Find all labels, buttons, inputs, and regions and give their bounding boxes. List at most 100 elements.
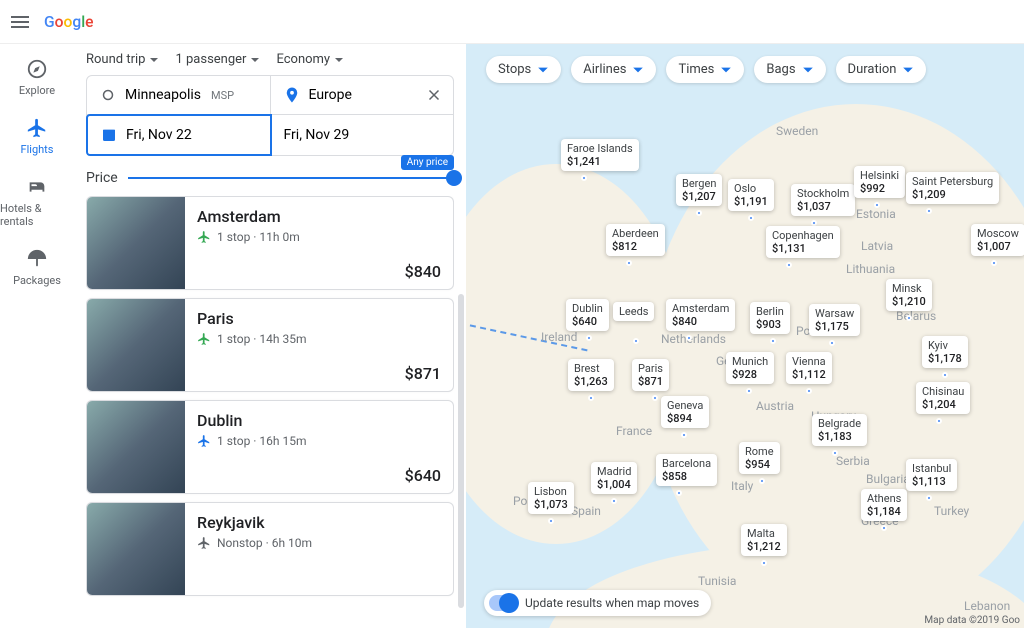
map-price-pin[interactable]: Barcelona$858 xyxy=(656,454,717,486)
filter-duration[interactable]: Duration xyxy=(836,56,927,83)
city-dot xyxy=(676,490,682,496)
flight-meta: 1 stop · 11h 0m xyxy=(197,230,441,244)
country-label: Turkey xyxy=(934,504,969,518)
city-dot xyxy=(926,208,932,214)
city-dot xyxy=(681,432,687,438)
map-price-pin[interactable]: Aberdeen$812 xyxy=(606,224,665,256)
map-price-pin[interactable]: Geneva$894 xyxy=(661,396,709,428)
menu-icon[interactable] xyxy=(8,10,32,34)
cabin-select[interactable]: Economy xyxy=(276,52,344,67)
filter-bags[interactable]: Bags xyxy=(754,56,825,83)
city-dot xyxy=(611,498,617,504)
price: $640 xyxy=(405,466,441,485)
city-dot xyxy=(759,478,765,484)
flight-meta: 1 stop · 16h 15m xyxy=(197,434,441,448)
result-card[interactable]: Amsterdam1 stop · 11h 0m$840 xyxy=(86,196,454,290)
map-price-pin[interactable]: Warsaw$1,175 xyxy=(809,304,860,336)
map-price-pin[interactable]: Munich$928 xyxy=(726,352,774,384)
map-price-pin[interactable]: Brest$1,263 xyxy=(568,359,614,391)
slider-handle[interactable] xyxy=(446,170,462,186)
map-price-pin[interactable]: Amsterdam$840 xyxy=(666,299,735,331)
destination-input[interactable]: Europe xyxy=(270,76,454,114)
country-label: Italy xyxy=(731,479,753,493)
result-card[interactable]: Dublin1 stop · 16h 15m$640 xyxy=(86,400,454,494)
map-price-pin[interactable]: Vienna$1,112 xyxy=(786,352,832,384)
price-slider[interactable]: Any price xyxy=(128,177,454,179)
map-price-pin[interactable]: Copenhagen$1,131 xyxy=(766,226,840,258)
trip-type-select[interactable]: Round trip xyxy=(86,52,159,67)
sidebar-item-packages[interactable]: Packages xyxy=(0,248,74,287)
results-list: Amsterdam1 stop · 11h 0m$840Paris1 stop … xyxy=(86,196,454,628)
passengers-select[interactable]: 1 passenger xyxy=(175,52,260,67)
map-price-pin[interactable]: Rome$954 xyxy=(739,442,780,474)
map-price-pin[interactable]: Saint Petersburg$1,209 xyxy=(906,172,999,204)
update-toggle[interactable]: Update results when map moves xyxy=(484,590,711,616)
city-dot xyxy=(942,372,948,378)
map-price-pin[interactable]: Athens$1,184 xyxy=(861,489,907,521)
city-dot xyxy=(626,260,632,266)
destination-name: Paris xyxy=(197,309,441,328)
map[interactable]: Stops Airlines Times Bags Duration Update re… xyxy=(466,44,1024,628)
city-dot xyxy=(991,260,997,266)
map-price-pin[interactable]: Kyiv$1,178 xyxy=(922,336,968,368)
destination-image xyxy=(87,197,185,289)
origin-input[interactable]: MinneapolisMSP xyxy=(87,76,270,114)
pin-icon xyxy=(283,86,301,104)
city-dot xyxy=(686,335,692,341)
city-dot xyxy=(748,215,754,221)
city-dot xyxy=(761,560,767,566)
sidebar-item-flights[interactable]: Flights xyxy=(0,117,74,156)
country-label: Netherlands xyxy=(661,332,726,346)
map-price-pin[interactable]: Faroe Islands$1,241 xyxy=(561,139,639,171)
city-dot xyxy=(696,210,702,216)
result-card[interactable]: Paris 1 stop · 14h 35m $871 xyxy=(86,298,454,392)
map-price-pin[interactable]: Belgrade$1,183 xyxy=(812,414,867,446)
map-price-pin[interactable]: Stockholm$1,037 xyxy=(791,184,855,216)
country-label: Austria xyxy=(756,399,794,413)
map-price-pin[interactable]: Dublin$640 xyxy=(566,299,609,331)
price-label: Price xyxy=(86,170,118,186)
map-price-pin[interactable]: Berlin$903 xyxy=(750,302,790,334)
scrollbar[interactable] xyxy=(458,294,464,608)
map-price-pin[interactable]: Leeds xyxy=(613,302,654,321)
map-price-pin[interactable]: Oslo$1,191 xyxy=(728,179,774,211)
map-price-pin[interactable]: Minsk$1,210 xyxy=(886,279,932,311)
sidebar-item-explore[interactable]: Explore xyxy=(0,58,74,97)
country-label: Spain xyxy=(571,504,601,518)
city-dot xyxy=(588,395,594,401)
map-price-pin[interactable]: Madrid$1,004 xyxy=(591,462,637,494)
filter-stops[interactable]: Stops xyxy=(486,56,561,83)
map-price-pin[interactable]: Malta$1,212 xyxy=(741,524,787,556)
country-label: Sweden xyxy=(776,124,818,138)
result-card[interactable]: ReykjavikNonstop · 6h 10m xyxy=(86,502,454,596)
city-dot xyxy=(829,340,835,346)
price-badge: Any price xyxy=(401,155,454,170)
country-label: Lithuania xyxy=(846,262,895,276)
clear-icon[interactable] xyxy=(425,86,443,104)
google-logo[interactable]: Google xyxy=(40,10,120,34)
depart-date-input[interactable]: Fri, Nov 22 xyxy=(86,114,272,156)
map-price-pin[interactable]: Bergen$1,207 xyxy=(676,174,722,206)
map-price-pin[interactable]: Paris$871 xyxy=(632,359,669,391)
filter-airlines[interactable]: Airlines xyxy=(571,56,656,83)
flight-meta: 1 stop · 14h 35m xyxy=(197,332,441,346)
city-dot xyxy=(832,450,838,456)
city-dot xyxy=(548,518,554,524)
city-dot xyxy=(652,395,658,401)
country-label: Bulgaria xyxy=(866,472,910,486)
map-price-pin[interactable]: Chisinau$1,204 xyxy=(916,382,970,414)
sidebar-item-hotels-rentals[interactable]: Hotels & rentals xyxy=(0,176,74,228)
map-price-pin[interactable]: Moscow$1,007 xyxy=(971,224,1024,256)
map-price-pin[interactable]: Lisbon$1,073 xyxy=(528,482,574,514)
return-date-input[interactable]: Fri, Nov 29 xyxy=(271,115,454,155)
country-label: Latvia xyxy=(861,239,893,253)
map-price-pin[interactable]: Istanbul$1,113 xyxy=(906,459,957,491)
svg-text:Google: Google xyxy=(44,12,94,30)
map-price-pin[interactable]: Helsinki$992 xyxy=(854,166,905,198)
country-label: Ireland xyxy=(541,330,577,344)
city-dot xyxy=(586,335,592,341)
filter-times[interactable]: Times xyxy=(666,56,744,83)
price: $871 xyxy=(405,364,441,383)
destination-name: Amsterdam xyxy=(197,207,441,226)
toggle-switch[interactable] xyxy=(489,595,517,611)
